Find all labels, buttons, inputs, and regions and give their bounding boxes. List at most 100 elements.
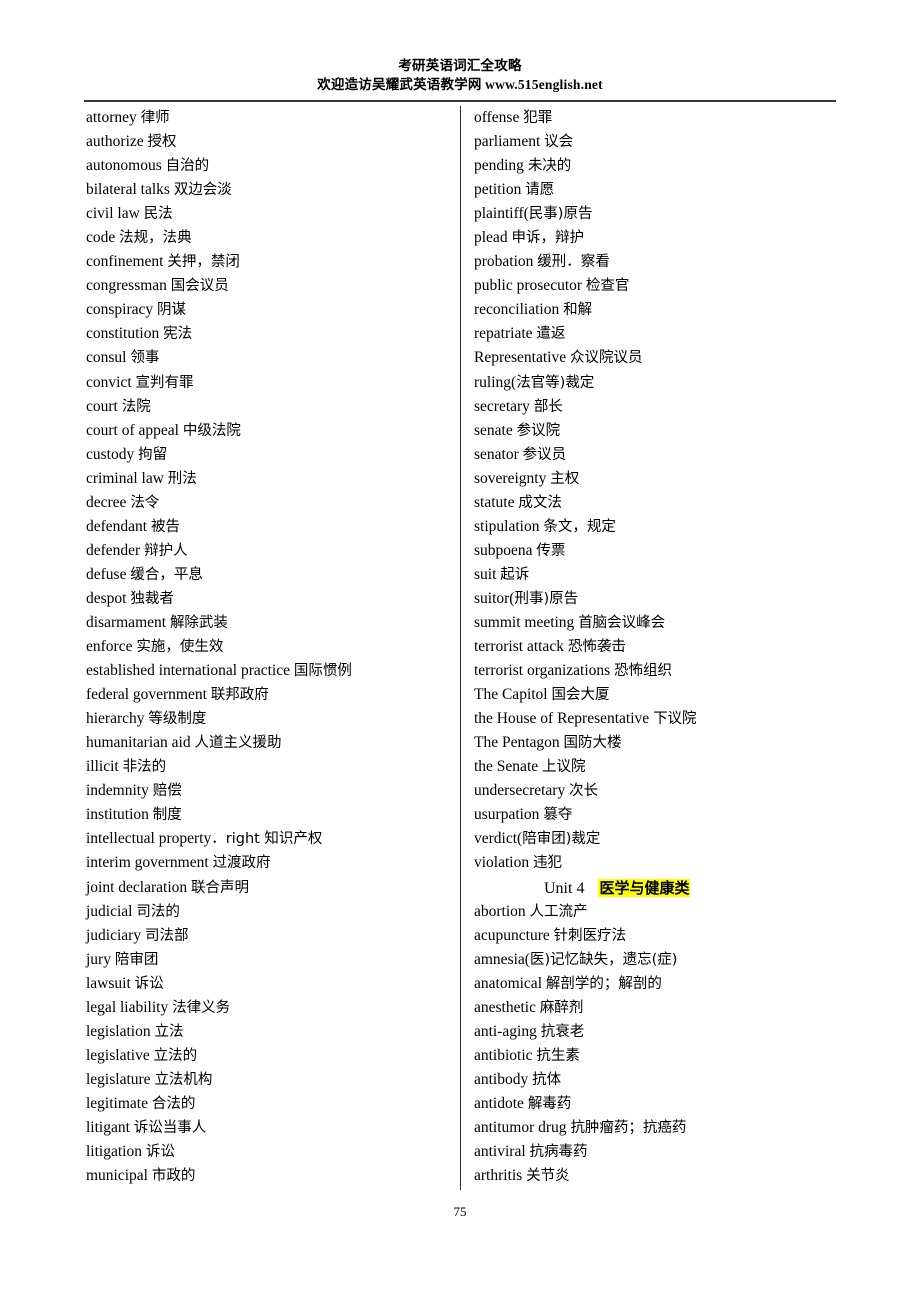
entry-term: antiviral (474, 1143, 530, 1161)
entry-gloss: 遣返 (536, 326, 566, 343)
vocabulary-entry: the House of Representative 下议院 (472, 707, 842, 731)
entry-gloss: 缓刑．察看 (537, 254, 610, 271)
entry-gloss: 陪审团)裁定 (522, 831, 601, 848)
vocabulary-entry: court 法院 (84, 395, 454, 419)
vocabulary-entry: terrorist organizations 恐怖组织 (472, 659, 842, 683)
vocabulary-entry: attorney 律师 (84, 106, 454, 130)
entry-term: authorize (86, 133, 148, 151)
entry-term: enforce (86, 638, 137, 656)
entry-term: lawsuit (86, 974, 135, 992)
entry-term: convict (86, 373, 136, 391)
vocabulary-entry: usurpation 篡夺 (472, 803, 842, 827)
entry-gloss: 领事 (130, 350, 160, 367)
entry-gloss: 法律义务 (172, 999, 231, 1016)
vocabulary-entry: acupuncture 针刺医疗法 (472, 924, 842, 948)
entry-gloss: 针刺医疗法 (553, 927, 627, 944)
entry-gloss: 解毒药 (527, 1095, 572, 1112)
entry-gloss: 抗病毒药 (529, 1144, 588, 1161)
entry-term: legislature (86, 1070, 155, 1088)
vocabulary-entry: enforce 实施，使生效 (84, 635, 454, 659)
vocabulary-entry: arthritis 关节炎 (472, 1164, 842, 1188)
entry-term: the House of Representative (474, 710, 654, 728)
unit-heading-topic: 医学与健康类 (598, 878, 691, 897)
vocabulary-entry: petition 请愿 (472, 178, 842, 202)
entry-gloss: 立法的 (153, 1047, 198, 1064)
entry-gloss: 传票 (536, 542, 566, 559)
entry-term: institution (86, 806, 153, 824)
entry-term: statute (474, 493, 519, 511)
entry-gloss: 诉讼 (134, 975, 164, 992)
vocabulary-entry: authorize 授权 (84, 130, 454, 154)
entry-gloss: 国会大厦 (551, 687, 610, 704)
entry-gloss: 立法 (154, 1023, 184, 1040)
vocabulary-entry: ruling(法官等)裁定 (472, 371, 842, 395)
vocabulary-entry: verdict(陪审团)裁定 (472, 827, 842, 851)
entry-gloss: 犯罪 (523, 110, 553, 126)
vocabulary-entry: abortion 人工流产 (472, 900, 842, 924)
vocabulary-entry: anti-aging 抗衰老 (472, 1020, 842, 1044)
entry-term: defendant (86, 517, 151, 535)
entry-term: indemnity (86, 782, 153, 800)
entry-term: arthritis (474, 1167, 527, 1185)
entry-term: antitumor drug (474, 1118, 571, 1136)
entry-gloss: 自治的 (165, 158, 210, 175)
vocabulary-entry: subpoena 传票 (472, 539, 842, 563)
vocabulary-entry: antibiotic 抗生素 (472, 1044, 842, 1068)
unit-heading-label: Unit 4 (544, 879, 585, 897)
entry-term: terrorist organizations (474, 662, 615, 680)
entry-gloss: 国际惯例 (293, 663, 352, 680)
entry-term: public prosecutor (474, 277, 586, 295)
entry-term: defender (86, 541, 145, 559)
entry-term: anatomical (474, 974, 546, 992)
vocabulary-entry: federal government 联邦政府 (84, 683, 454, 707)
entry-gloss: 律师 (140, 110, 170, 126)
entry-gloss: 阴谋 (157, 302, 187, 319)
entry-gloss: 参议院 (516, 422, 561, 439)
entry-term: The Pentagon (474, 734, 564, 752)
entry-term: confinement (86, 253, 168, 271)
vocabulary-entry: despot 独裁者 (84, 587, 454, 611)
vocabulary-entry: indemnity 赔偿 (84, 779, 454, 803)
entry-gloss: 实施，使生效 (136, 639, 224, 656)
entry-gloss: 众议院议员 (569, 350, 643, 367)
vocabulary-entry: amnesia(医)记忆缺失，遗忘(症) (472, 948, 842, 972)
document-header: 考研英语词汇全攻略 欢迎造访吴耀武英语教学网 www.515english.ne… (0, 56, 920, 94)
vocabulary-entry: legislature 立法机构 (84, 1068, 454, 1092)
entry-gloss: 起诉 (500, 566, 530, 583)
entry-gloss: 恐怖袭击 (567, 639, 626, 656)
vocabulary-entry: antitumor drug 抗肿瘤药；抗癌药 (472, 1116, 842, 1140)
entry-gloss: 联合声明 (191, 879, 250, 896)
vocabulary-entry: parliament 议会 (472, 130, 842, 154)
vocabulary-entry: senator 参议员 (472, 443, 842, 467)
entry-gloss: 条文，规定 (543, 518, 616, 535)
entry-gloss: 法官等)裁定 (516, 374, 595, 391)
right-column-entries-after-unit: abortion 人工流产 acupuncture 针刺医疗法 amnesia(医)… (472, 900, 842, 1189)
entry-term: attorney (86, 109, 141, 126)
entry-term: sovereignty (474, 469, 551, 487)
entry-term: antibody (474, 1070, 533, 1088)
entry-gloss: 首脑会议峰会 (578, 614, 666, 631)
page-number: 75 (453, 1204, 467, 1219)
vocabulary-entry: litigation 诉讼 (84, 1140, 454, 1164)
entry-gloss: 陪审团 (114, 951, 159, 968)
vocabulary-entry: custody 拘留 (84, 443, 454, 467)
entry-gloss: 市政的 (151, 1168, 196, 1185)
vocabulary-entry: undersecretary 次长 (472, 779, 842, 803)
entry-term: despot (86, 589, 131, 607)
vocabulary-entry: repatriate 遣返 (472, 322, 842, 346)
entry-term: probation (474, 253, 538, 271)
entry-gloss: 民法 (143, 206, 173, 223)
vocabulary-entry: confinement 关押，禁闭 (84, 250, 454, 274)
vocabulary-entry: court of appeal 中级法院 (84, 419, 454, 443)
entry-term: constitution (86, 325, 164, 343)
right-column-entries-before-unit: offense 犯罪 parliament 议会 pending 未决的 petiti… (472, 106, 842, 876)
vocabulary-entry: civil law 民法 (84, 202, 454, 226)
entry-gloss: 立法机构 (154, 1071, 213, 1088)
vocabulary-entry: The Capitol 国会大厦 (472, 683, 842, 707)
entry-term: antibiotic (474, 1046, 537, 1064)
vocabulary-entry: public prosecutor 检查官 (472, 274, 842, 298)
vocabulary-entry: defendant 被告 (84, 515, 454, 539)
vocabulary-entry: plead 申诉，辩护 (472, 226, 842, 250)
unit-heading: Unit 4 医学与健康类 (472, 876, 842, 900)
entry-term: senator (474, 445, 523, 463)
